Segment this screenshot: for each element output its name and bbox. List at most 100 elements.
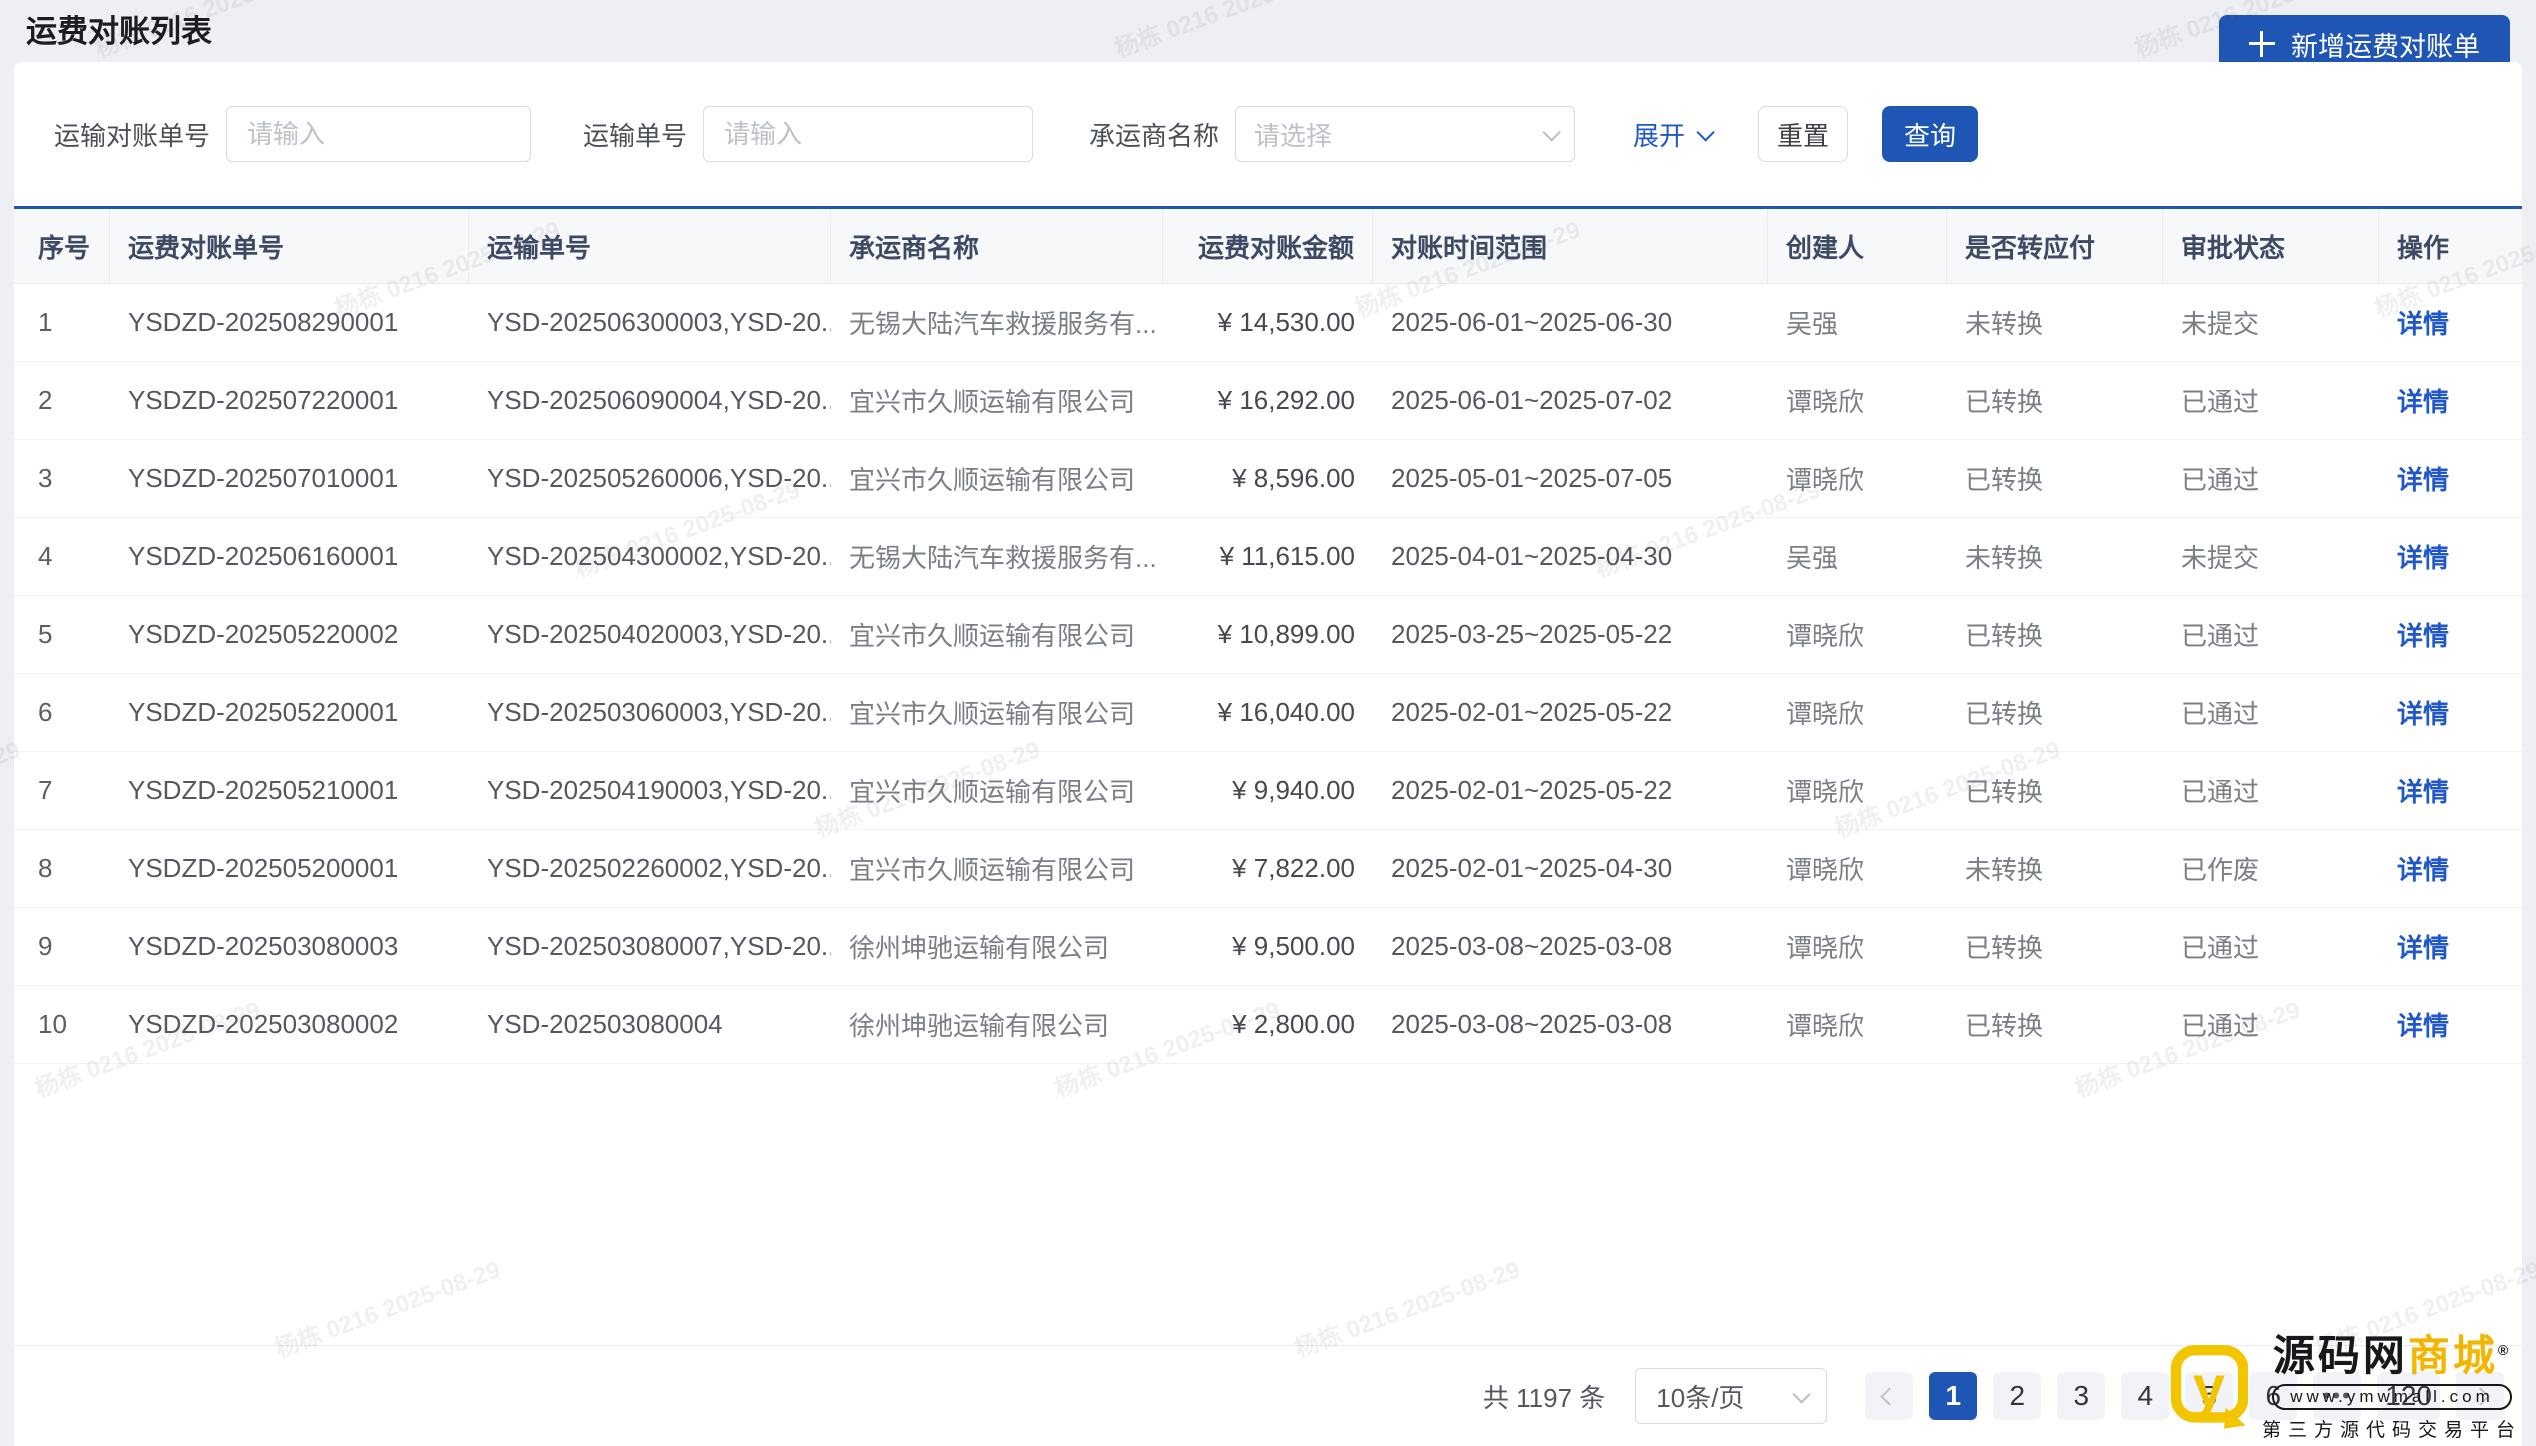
cell-approval: 已通过 bbox=[2181, 933, 2260, 963]
detail-link[interactable]: 详情 bbox=[2397, 465, 2449, 495]
cell-approval: 已通过 bbox=[2181, 387, 2260, 417]
table-row: 4 YSDZD-202506160001 YSD-202504300002,YSD-… bbox=[14, 518, 2522, 596]
cell-converted: 已转换 bbox=[1965, 699, 2044, 729]
plus-icon bbox=[2249, 31, 2275, 57]
table-row: 5 YSDZD-202505220002 YSD-202504020003,YSD-… bbox=[14, 596, 2522, 674]
reset-button[interactable]: 重置 bbox=[1758, 106, 1849, 162]
cell-index: 7 bbox=[38, 775, 53, 805]
cell-action: 详情 bbox=[2379, 616, 2522, 653]
cell-carrier: 徐州坤驰运输有限公司 bbox=[849, 933, 1110, 963]
reconcile-table: 序号 运费对账单号 运输单号 承运商名称 运费对账金额 对账时间范围 创建人 是否转应付 审批状… bbox=[14, 206, 2522, 1064]
expand-link[interactable]: 展开 bbox=[1633, 116, 1715, 153]
brand-url: www.ymwmall.com bbox=[2272, 1384, 2512, 1410]
page-size-select[interactable]: 10条/页 bbox=[1635, 1368, 1828, 1424]
cell-period: 2025-05-01~2025-07-05 bbox=[1391, 463, 1673, 493]
detail-link[interactable]: 详情 bbox=[2397, 777, 2449, 807]
cell-index: 10 bbox=[38, 1009, 67, 1039]
search-button[interactable]: 查询 bbox=[1882, 106, 1979, 162]
cell-bill_no: YSDZD-202508290001 bbox=[128, 307, 399, 337]
cell-period: 2025-03-25~2025-05-22 bbox=[1391, 619, 1673, 649]
detail-link[interactable]: 详情 bbox=[2397, 699, 2449, 729]
cell-amount: ¥ 9,940.00 bbox=[1232, 775, 1355, 805]
filter-label-carrier: 承运商名称 bbox=[1089, 120, 1220, 151]
brand-y-icon: y bbox=[2170, 1345, 2248, 1430]
cell-bill_no: YSDZD-202506160001 bbox=[128, 541, 399, 571]
header-cell: 对账时间范围 bbox=[1373, 209, 1768, 283]
cell-bill_no: YSDZD-202505220001 bbox=[128, 697, 399, 727]
cell-creator: 谭晓欣 bbox=[1786, 387, 1865, 417]
cell-bill_no: YSDZD-202507010001 bbox=[128, 463, 399, 493]
cell-period: 2025-04-01~2025-04-30 bbox=[1391, 541, 1673, 571]
cell-index: 9 bbox=[38, 931, 53, 961]
cell-carrier: 无锡大陆汽车救援服务有... bbox=[849, 543, 1157, 573]
cell-action: 详情 bbox=[2379, 538, 2522, 575]
cell-amount: ¥ 10,899.00 bbox=[1217, 619, 1355, 649]
detail-link[interactable]: 详情 bbox=[2397, 621, 2449, 651]
carrier-select-placeholder: 请选择 bbox=[1254, 120, 1333, 151]
cell-index: 8 bbox=[38, 853, 53, 883]
table-row: 8 YSDZD-202505200001 YSD-202502260002,YSD-… bbox=[14, 830, 2522, 908]
cell-approval: 未提交 bbox=[2181, 309, 2260, 339]
total-count: 共 1197 条 bbox=[1482, 1382, 1606, 1413]
cell-transport_no: YSD-202503080007,YSD-20... bbox=[487, 931, 831, 961]
cell-amount: ¥ 16,292.00 bbox=[1217, 385, 1355, 415]
cell-transport_no: YSD-202505260006,YSD-20... bbox=[487, 463, 831, 493]
cell-transport_no: YSD-202504020003,YSD-20... bbox=[487, 619, 831, 649]
detail-link[interactable]: 详情 bbox=[2397, 1011, 2449, 1041]
cell-approval: 已通过 bbox=[2181, 1011, 2260, 1041]
cell-carrier: 宜兴市久顺运输有限公司 bbox=[849, 699, 1136, 729]
chevron-down-icon bbox=[1792, 1384, 1812, 1404]
detail-link[interactable]: 详情 bbox=[2397, 387, 2449, 417]
cell-amount: ¥ 2,800.00 bbox=[1232, 1009, 1355, 1039]
filter-bar: 运输对账单号 运输单号 承运商名称 请选择 展开 重置 查询 bbox=[14, 62, 2522, 206]
cell-creator: 谭晓欣 bbox=[1786, 777, 1865, 807]
detail-link[interactable]: 详情 bbox=[2397, 855, 2449, 885]
cell-converted: 已转换 bbox=[1965, 777, 2044, 807]
topbar: 运费对账列表 新增运费对账单 bbox=[0, 0, 2536, 73]
table-body: 1 YSDZD-202508290001 YSD-202506300003,YSD-… bbox=[14, 284, 2522, 1064]
cell-converted: 未转换 bbox=[1965, 309, 2044, 339]
table-row: 10 YSDZD-202503080002 YSD-202503080004 徐州坤驰… bbox=[14, 986, 2522, 1064]
brand-name-black: 源码网 bbox=[2272, 1331, 2408, 1379]
cell-amount: ¥ 11,615.00 bbox=[1219, 541, 1355, 571]
cell-period: 2025-03-08~2025-03-08 bbox=[1391, 931, 1673, 961]
cell-period: 2025-02-01~2025-04-30 bbox=[1391, 853, 1673, 883]
cell-action: 详情 bbox=[2379, 772, 2522, 809]
transport-no-input[interactable] bbox=[703, 106, 1034, 162]
cell-amount: ¥ 7,822.00 bbox=[1232, 853, 1355, 883]
brand-logo: y 源码网商城® www.ymwmall.com 第三方源代码交易平台 bbox=[2168, 1331, 2522, 1442]
page-button-2[interactable]: 2 bbox=[1993, 1372, 2042, 1420]
cell-period: 2025-06-01~2025-07-02 bbox=[1391, 385, 1673, 415]
page-size-value: 10条/页 bbox=[1656, 1382, 1745, 1413]
reconcile-no-input[interactable] bbox=[226, 106, 532, 162]
page-button-3[interactable]: 3 bbox=[2057, 1372, 2106, 1420]
table-row: 7 YSDZD-202505210001 YSD-202504190003,YSD-… bbox=[14, 752, 2522, 830]
cell-creator: 谭晓欣 bbox=[1786, 699, 1865, 729]
cell-creator: 谭晓欣 bbox=[1786, 1011, 1865, 1041]
cell-amount: ¥ 14,530.00 bbox=[1217, 307, 1355, 337]
cell-transport_no: YSD-202504190003,YSD-20... bbox=[487, 775, 831, 805]
detail-link[interactable]: 详情 bbox=[2397, 309, 2449, 339]
cell-period: 2025-02-01~2025-05-22 bbox=[1391, 775, 1673, 805]
table-row: 9 YSDZD-202503080003 YSD-202503080007,YSD-… bbox=[14, 908, 2522, 986]
cell-converted: 未转换 bbox=[1965, 543, 2044, 573]
page-button-1[interactable]: 1 bbox=[1929, 1372, 1978, 1420]
brand-reg-mark: ® bbox=[2497, 1341, 2512, 1358]
header-cell: 运费对账单号 bbox=[110, 209, 469, 283]
cell-amount: ¥ 8,596.00 bbox=[1232, 463, 1355, 493]
header-cell: 承运商名称 bbox=[831, 209, 1163, 283]
brand-name-yellow: 商城 bbox=[2407, 1331, 2498, 1379]
page-button-4[interactable]: 4 bbox=[2121, 1372, 2170, 1420]
cell-converted: 已转换 bbox=[1965, 621, 2044, 651]
cell-period: 2025-06-01~2025-06-30 bbox=[1391, 307, 1673, 337]
cell-transport_no: YSD-202506090004,YSD-20... bbox=[487, 385, 831, 415]
carrier-select[interactable]: 请选择 bbox=[1235, 106, 1576, 162]
cell-approval: 已通过 bbox=[2181, 699, 2260, 729]
filter-label-reconcile-no: 运输对账单号 bbox=[54, 120, 211, 151]
cell-action: 详情 bbox=[2379, 850, 2522, 887]
pagination-prev-button[interactable] bbox=[1865, 1372, 1914, 1420]
detail-link[interactable]: 详情 bbox=[2397, 543, 2449, 573]
detail-link[interactable]: 详情 bbox=[2397, 933, 2449, 963]
cell-bill_no: YSDZD-202505210001 bbox=[128, 775, 399, 805]
cell-transport_no: YSD-202502260002,YSD-20... bbox=[487, 853, 831, 883]
